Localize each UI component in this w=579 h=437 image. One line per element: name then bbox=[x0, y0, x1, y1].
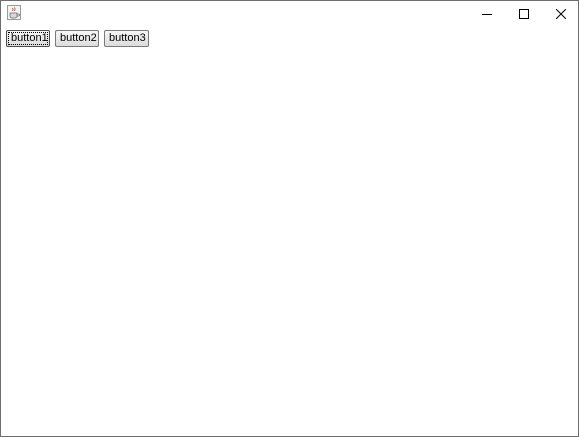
java-cup-icon[interactable] bbox=[7, 5, 21, 20]
button3[interactable]: button3 bbox=[104, 30, 149, 47]
content-pane: button1 button2 button3 bbox=[1, 25, 578, 436]
minimize-icon bbox=[481, 4, 492, 23]
button2[interactable]: button2 bbox=[55, 30, 99, 47]
minimize-button[interactable] bbox=[468, 1, 505, 25]
title-bar[interactable] bbox=[1, 1, 578, 25]
close-button[interactable] bbox=[542, 1, 579, 25]
button1[interactable]: button1 bbox=[6, 30, 50, 47]
close-icon bbox=[555, 4, 566, 23]
maximize-button[interactable] bbox=[505, 1, 542, 25]
maximize-icon bbox=[518, 4, 529, 23]
app-window: button1 button2 button3 bbox=[0, 0, 579, 437]
button-row: button1 button2 button3 bbox=[6, 30, 154, 47]
